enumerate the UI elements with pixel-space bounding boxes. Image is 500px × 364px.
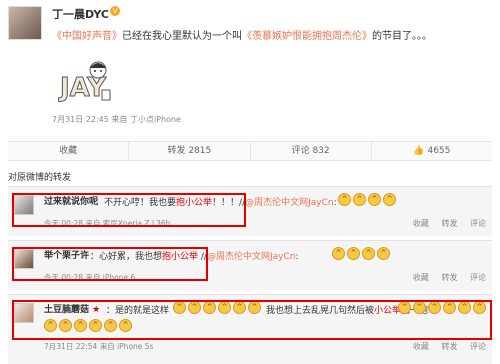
emoji-group: ^ ^ ^ ^ — [338, 193, 396, 206]
emoji-group: ^ ^ ^ ^ — [332, 247, 390, 260]
comment-button[interactable]: 评论 832 — [251, 142, 372, 160]
like-icon: 👍 — [413, 146, 425, 156]
post-action-bar: 收藏 转发 2815 评论 832 👍 4655 — [8, 141, 492, 161]
topic-link-2[interactable]: 《羡慕嫉妒恨能拥抱周杰伦》 — [242, 31, 372, 42]
mention-link[interactable]: @周杰伦中文网JayCn — [207, 252, 295, 262]
post-username[interactable]: 丁一晨DYC — [52, 6, 109, 22]
favorite-link[interactable]: 收藏 — [413, 219, 429, 228]
emoji-icon: ^ — [383, 193, 396, 206]
verified-icon: V — [110, 6, 120, 16]
highlight-box — [12, 193, 246, 227]
post-text: 《中国好声音》已经在我心里默认为一个叫《羡慕嫉妒恨能拥抱周杰伦》的节目了。。。 — [52, 31, 432, 42]
repost-actions: 收藏 转发 评论 — [403, 272, 486, 283]
repost-button[interactable]: 转发 2815 — [129, 142, 251, 160]
emoji-icon: ^ — [362, 247, 375, 260]
like-button[interactable]: 👍 4655 — [372, 142, 492, 160]
highlight-box — [12, 247, 208, 281]
repost-timestamp[interactable]: 7月31日 22:54 来自 iPhone 5s — [44, 341, 153, 352]
section-title: 对原微博的转发 — [8, 173, 72, 183]
emoji-icon: ^ — [347, 247, 360, 260]
repost-actions: 收藏 转发 评论 — [403, 341, 486, 352]
comment-link[interactable]: 评论 — [470, 273, 486, 282]
comment-link[interactable]: 评论 — [470, 219, 486, 228]
favorite-link[interactable]: 收藏 — [413, 273, 429, 282]
comment-link[interactable]: 评论 — [470, 342, 486, 351]
favorite-button[interactable]: 收藏 — [8, 142, 130, 160]
emoji-icon: ^ — [338, 193, 351, 206]
jay-sticker-image[interactable]: JAY — [58, 56, 124, 108]
repost-link[interactable]: 转发 — [441, 219, 457, 228]
emoji-icon: ^ — [368, 193, 381, 206]
topic-link[interactable]: 《中国好声音》 — [52, 31, 122, 42]
emoji-icon: ^ — [332, 247, 345, 260]
repost-actions: 收藏 转发 评论 — [403, 218, 486, 229]
like-count: 4655 — [427, 146, 451, 156]
highlight-box — [12, 300, 492, 340]
repost-link[interactable]: 转发 — [441, 273, 457, 282]
mention-link[interactable]: @周杰伦中文网JayCn — [245, 198, 333, 208]
post-avatar[interactable] — [8, 6, 42, 40]
emoji-icon: ^ — [377, 247, 390, 260]
emoji-icon: ^ — [353, 193, 366, 206]
post-timestamp[interactable]: 7月31日 22:45 来自 丁小点iPhone — [52, 114, 181, 125]
repost-link[interactable]: 转发 — [441, 342, 457, 351]
favorite-link[interactable]: 收藏 — [413, 342, 429, 351]
